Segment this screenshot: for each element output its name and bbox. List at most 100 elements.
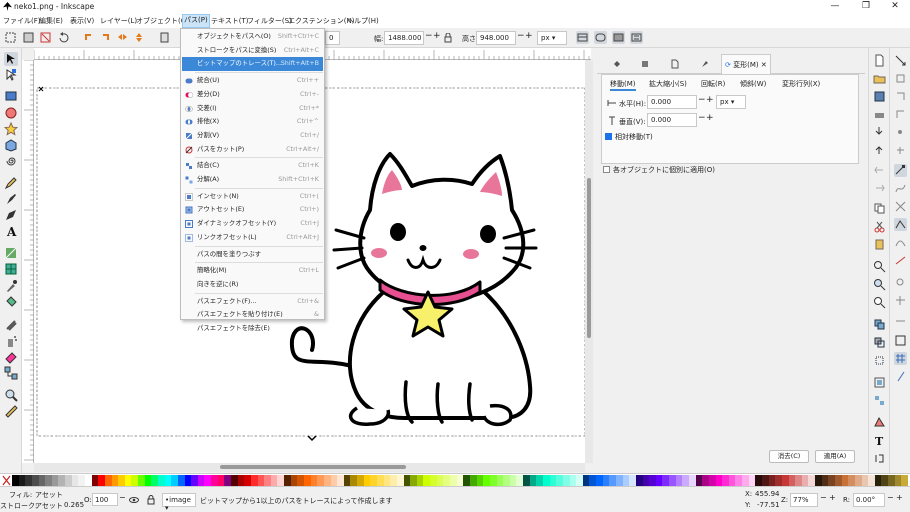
path-menu-item-stroke-to-path[interactable]: ストロークをパスに変換(S) Ctrl+Alt+C xyxy=(182,44,323,58)
path-menu-item-remove-path-effect[interactable]: パスエフェクトを除去(E) xyxy=(182,322,323,336)
cut-icon[interactable] xyxy=(873,220,886,233)
eraser-tool-icon[interactable] xyxy=(4,350,18,364)
relative-move-checkbox[interactable] xyxy=(605,133,612,140)
path-menu-item-paste-path-effect[interactable]: パスエフェクトを貼り付け(E) & xyxy=(182,308,323,322)
select-all-icon[interactable] xyxy=(4,31,17,44)
path-menu-item-difference[interactable]: 差分(D) Ctrl+- xyxy=(182,88,323,102)
measure-tool-icon[interactable] xyxy=(4,404,18,418)
width-field[interactable]: 1488.000 xyxy=(384,31,424,45)
dock-tab-transform[interactable]: ⟳ 変形(M) ✕ xyxy=(721,54,771,74)
paste-icon[interactable] xyxy=(873,238,886,251)
height-field[interactable]: 948.000 xyxy=(476,31,516,45)
unit-select[interactable]: px ▾ xyxy=(537,31,567,45)
vertical-scrollbar[interactable] xyxy=(585,60,593,463)
path-menu-item-dynamic-offset[interactable]: ダイナミックオフセット(Y) Ctrl+J xyxy=(182,217,323,231)
snap-page-border-icon[interactable] xyxy=(894,334,907,347)
rotate-increment[interactable]: + xyxy=(896,493,903,502)
spiral-tool-icon[interactable] xyxy=(4,154,18,168)
close-tab-icon[interactable]: ✕ xyxy=(761,61,767,69)
export-icon[interactable] xyxy=(873,144,886,157)
deselect-icon[interactable] xyxy=(39,31,52,44)
menu-edit[interactable]: 編集(E) xyxy=(39,16,63,26)
path-menu-item-break-apart[interactable]: 分解(A) Shift+Ctrl+K xyxy=(182,173,323,187)
move-patterns-icon[interactable] xyxy=(630,31,643,44)
vertical-increment[interactable]: + xyxy=(706,113,714,123)
maximize-button[interactable]: ❐ xyxy=(851,0,881,14)
text-tool-icon[interactable]: A xyxy=(4,224,18,239)
zoom-field[interactable]: 77% xyxy=(790,493,818,507)
snap-smooth-icon[interactable] xyxy=(894,236,907,249)
snap-nodes-icon[interactable] xyxy=(894,164,907,177)
dock-tab-fill-icon[interactable] xyxy=(605,56,629,72)
path-menu-item-inset[interactable]: インセット(N) Ctrl+( xyxy=(182,190,323,204)
rotate-decrement[interactable]: − xyxy=(887,493,894,502)
snap-guide-icon[interactable] xyxy=(894,370,907,383)
duplicate-icon[interactable] xyxy=(873,318,886,331)
path-menu-item-trace-bitmap[interactable]: ビットマップのトレース(T)... Shift+Alt+B xyxy=(182,57,323,72)
3d-box-tool-icon[interactable] xyxy=(4,138,18,152)
apply-each-checkbox[interactable] xyxy=(603,166,610,173)
snap-path-icon[interactable] xyxy=(894,182,907,195)
path-menu-item-cut-path[interactable]: パスをカット(P) Ctrl+Alt+/ xyxy=(182,143,323,157)
paint-bucket-tool-icon[interactable] xyxy=(4,295,18,309)
dock-tab-layers-icon[interactable] xyxy=(633,56,657,72)
path-menu-item-combine[interactable]: 結合(C) Ctrl+K xyxy=(182,159,323,173)
snap-bbox-edge-icon[interactable] xyxy=(894,90,907,103)
minimize-button[interactable]: — xyxy=(820,0,850,14)
lock-ratio-icon[interactable] xyxy=(443,32,455,43)
connector-tool-icon[interactable] xyxy=(4,366,18,380)
apply-button[interactable]: 適用(A) xyxy=(815,450,855,463)
subtab-skew[interactable]: 傾斜(W) xyxy=(740,79,766,89)
menu-filters[interactable]: フィルター(S) xyxy=(247,16,292,26)
stroke-width-value[interactable]: 0.265 xyxy=(64,501,84,509)
layer-lock-icon[interactable] xyxy=(146,495,156,505)
y-field-partial[interactable]: 0 xyxy=(325,31,340,45)
snap-grid-icon[interactable] xyxy=(894,352,907,365)
width-increment[interactable]: + xyxy=(433,32,441,41)
subtab-matrix[interactable]: 変形行列(X) xyxy=(782,79,820,89)
copy-icon[interactable] xyxy=(873,202,886,215)
scale-stroke-icon[interactable] xyxy=(576,31,589,44)
new-document-icon[interactable] xyxy=(873,54,886,67)
menu-path[interactable]: パス(P) xyxy=(182,14,210,28)
pencil-tool-icon[interactable] xyxy=(4,176,18,190)
menu-layer[interactable]: レイヤー(L) xyxy=(100,16,137,26)
layer-select[interactable]: •image ▾ xyxy=(162,493,196,512)
path-menu-item-linked-offset[interactable]: リンクオフセット(L) Ctrl+Alt+J xyxy=(182,231,323,245)
snap-midpoint-icon[interactable] xyxy=(894,254,907,267)
group-icon[interactable] xyxy=(873,376,886,389)
rectangle-tool-icon[interactable] xyxy=(4,89,18,103)
width-decrement[interactable]: − xyxy=(425,32,433,41)
path-menu-item-division[interactable]: 分割(V) Ctrl+/ xyxy=(182,129,323,143)
subtab-rotate[interactable]: 回転(R) xyxy=(701,79,725,89)
fill-value[interactable]: アセット xyxy=(35,490,63,500)
rotate-ccw-icon[interactable] xyxy=(57,31,70,44)
opacity-field[interactable]: 100 xyxy=(92,493,118,506)
visibility-eye-icon[interactable] xyxy=(129,495,139,505)
zoom-decrement[interactable]: − xyxy=(820,493,827,502)
path-menu-item-path-effects[interactable]: パスエフェクト(F)... Ctrl+& xyxy=(182,295,323,309)
snap-rotation-center-icon[interactable] xyxy=(894,294,907,307)
subtab-scale[interactable]: 拡大縮小(S) xyxy=(649,79,687,89)
star-tool-icon[interactable] xyxy=(3,121,19,136)
circle-tool-icon[interactable] xyxy=(4,106,18,120)
snap-cusp-icon[interactable] xyxy=(894,218,907,231)
rotate-field[interactable]: 0.00° xyxy=(853,493,885,507)
menu-help[interactable]: ヘルプ(H) xyxy=(347,16,379,26)
horizontal-scrollbar[interactable] xyxy=(34,463,585,472)
lower-to-bottom-icon[interactable] xyxy=(158,31,171,44)
scale-corners-icon[interactable] xyxy=(594,31,607,44)
path-menu-item-exclusion[interactable]: 排他(X) Ctrl+^ xyxy=(182,115,323,129)
move-unit-select[interactable]: px ▾ xyxy=(716,95,746,109)
rotate-90-ccw-icon[interactable] xyxy=(82,31,95,44)
dock-tab-xml-icon[interactable] xyxy=(693,56,717,72)
gradient-tool-icon[interactable] xyxy=(4,246,18,260)
zoom-page-icon[interactable] xyxy=(873,296,886,309)
horizontal-field[interactable]: 0.000 xyxy=(647,95,697,109)
color-swatch[interactable] xyxy=(901,475,909,486)
redo-icon[interactable] xyxy=(873,182,886,195)
zoom-drawing-icon[interactable] xyxy=(873,278,886,291)
path-menu-item-object-to-path[interactable]: オブジェクトをパスへ(O) Shift+Ctrl+C xyxy=(182,30,323,44)
menu-text[interactable]: テキスト(T) xyxy=(211,16,249,26)
height-decrement[interactable]: − xyxy=(517,32,525,41)
